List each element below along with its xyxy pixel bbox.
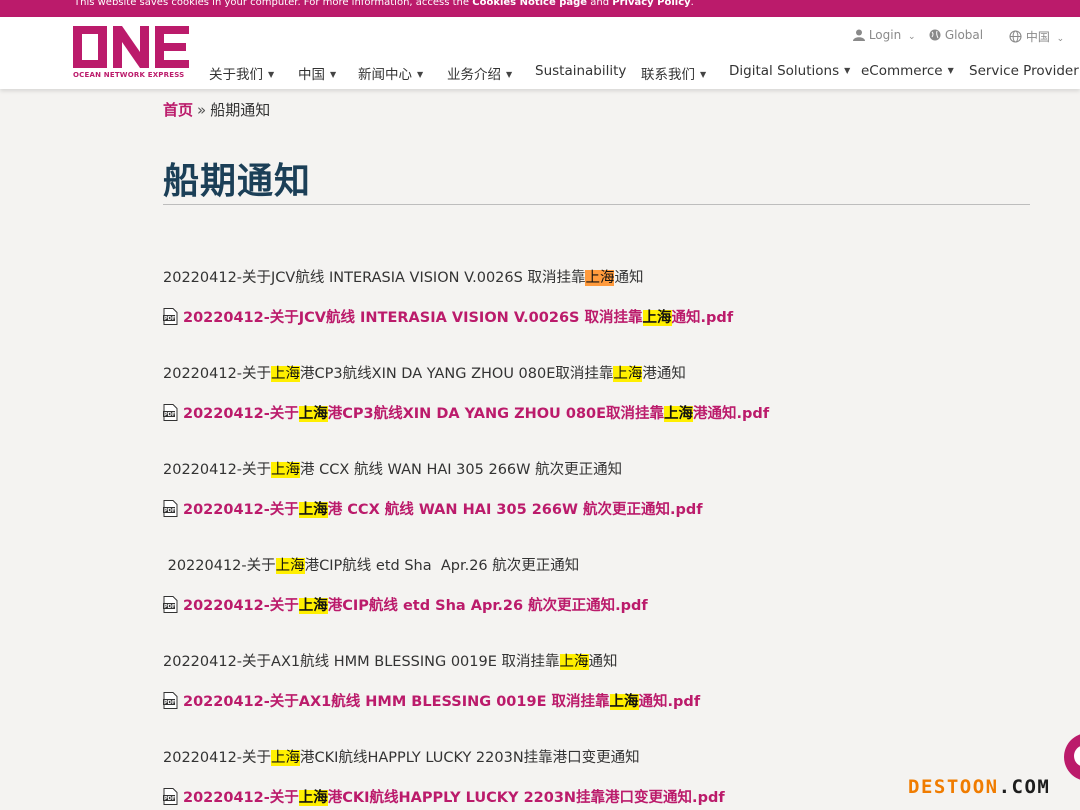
site-header: OCEAN NETWORK EXPRESS Login ⌄ Global 中国 … (0, 17, 1080, 89)
breadcrumb-home-link[interactable]: 首页 (163, 101, 193, 119)
one-logo-mark (73, 26, 189, 68)
pdf-file-icon: PDF (163, 500, 179, 521)
page-title: 船期通知 (163, 161, 312, 202)
svg-text:PDF: PDF (164, 508, 175, 514)
notice-title: 20220412-关于JCV航线 INTERASIA VISION V.0026… (163, 270, 644, 286)
notice-title: 20220412-关于上海港 CCX 航线 WAN HAI 305 266W 航… (163, 462, 623, 478)
chevron-down-icon: ⌄ (1056, 34, 1065, 44)
nav-item-about[interactable]: 关于我们 ▼ (209, 63, 274, 83)
region-label: 中国 (1025, 30, 1050, 44)
privacy-policy-link[interactable]: Privacy Policy (612, 0, 690, 8)
nav-item-service-provider[interactable]: Service Provider L (969, 63, 1080, 79)
notice-pdf-link[interactable]: PDF 20220412-关于上海港 CCX 航线 WAN HAI 305 266… (163, 498, 703, 521)
notice-title: 20220412-关于上海港CKI航线HAPPLY LUCKY 2203N挂靠港… (163, 750, 640, 766)
pdf-file-icon: PDF (163, 308, 179, 329)
region-selector[interactable]: 中国 ⌄ (1009, 28, 1064, 45)
nav-item-ecommerce[interactable]: eCommerce ▼ (861, 63, 954, 79)
nav-item-business[interactable]: 业务介绍 ▼ (447, 63, 512, 83)
caret-down-icon: ▼ (844, 66, 851, 75)
notice-pdf-link[interactable]: PDF 20220412-关于AX1航线 HMM BLESSING 0019E 取… (163, 690, 700, 713)
svg-text:PDF: PDF (164, 316, 175, 322)
svg-text:PDF: PDF (164, 604, 175, 610)
caret-down-icon: ▼ (268, 70, 275, 79)
caret-down-icon: ▼ (330, 70, 337, 79)
pdf-file-icon: PDF (163, 404, 179, 425)
pdf-file-icon: PDF (163, 596, 179, 617)
pdf-file-icon: PDF (163, 788, 179, 809)
login-menu[interactable]: Login ⌄ (853, 28, 916, 42)
notice-pdf-link[interactable]: PDF 20220412-关于JCV航线 INTERASIA VISION V.0… (163, 306, 733, 329)
notice-pdf-link[interactable]: PDF 20220412-关于上海港CIP航线 etd Sha Apr.26 航次… (163, 594, 648, 617)
title-divider (163, 204, 1030, 205)
cookie-notice-text: This website saves cookies in your compu… (74, 0, 694, 8)
nav-item-china[interactable]: 中国 ▼ (298, 63, 336, 83)
caret-down-icon: ▼ (700, 70, 707, 79)
breadcrumb-separator: » (197, 101, 207, 119)
nav-item-digital-solutions[interactable]: Digital Solutions ▼ (729, 63, 850, 79)
notice-pdf-link[interactable]: PDF 20220412-关于上海港CP3航线XIN DA YANG ZHOU 0… (163, 402, 769, 425)
user-icon (853, 29, 865, 41)
notice-title: 20220412-关于上海港CP3航线XIN DA YANG ZHOU 080E… (163, 366, 686, 382)
svg-text:PDF: PDF (164, 412, 175, 418)
caret-down-icon: ▼ (417, 70, 424, 79)
notice-pdf-link[interactable]: PDF 20220412-关于上海港CKI航线HAPPLY LUCKY 2203N… (163, 786, 725, 809)
watermark: DESTOON.COM (908, 776, 1051, 798)
nav-item-sustainability[interactable]: Sustainability (535, 63, 626, 79)
login-label: Login (868, 28, 902, 42)
svg-text:PDF: PDF (164, 796, 175, 802)
chevron-down-icon: ⌄ (908, 32, 916, 42)
global-label: Global (944, 28, 984, 42)
notice-title: 20220412-关于上海港CIP航线 etd Sha Apr.26 航次更正通… (163, 558, 580, 574)
cookie-notice-bar: This website saves cookies in your compu… (0, 0, 1080, 17)
chat-widget-button[interactable] (1064, 733, 1080, 781)
notice-title: 20220412-关于AX1航线 HMM BLESSING 0019E 取消挂靠… (163, 654, 618, 670)
pdf-file-icon: PDF (163, 692, 179, 713)
main-nav: 关于我们 ▼ 中国 ▼ 新闻中心 ▼ 业务介绍 ▼ Sustainability 联系我… (0, 63, 1080, 83)
cookies-notice-link[interactable]: Cookies Notice page (472, 0, 587, 8)
globe-outline-icon (1009, 30, 1022, 43)
svg-text:PDF: PDF (164, 700, 175, 706)
caret-down-icon: ▼ (947, 66, 954, 75)
breadcrumb: 首页» 船期通知 (163, 99, 270, 120)
caret-down-icon: ▼ (506, 70, 513, 79)
globe-icon (929, 29, 941, 41)
breadcrumb-current: 船期通知 (210, 101, 271, 119)
nav-item-contact[interactable]: 联系我们 ▼ (641, 63, 706, 83)
global-link[interactable]: Global (929, 28, 983, 42)
nav-item-news[interactable]: 新闻中心 ▼ (358, 63, 423, 83)
